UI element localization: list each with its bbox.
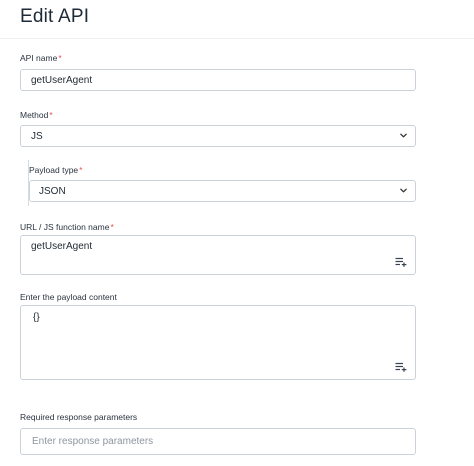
method-select[interactable]: JS <box>20 125 416 147</box>
url-fn-textarea[interactable]: getUserAgent <box>20 235 416 275</box>
required-mark: * <box>49 110 53 120</box>
response-params-input[interactable]: Enter response parameters <box>20 428 416 455</box>
url-fn-value: getUserAgent <box>31 241 93 252</box>
payload-type-label: Payload type* <box>29 165 82 175</box>
chevron-down-icon[interactable] <box>399 186 408 195</box>
response-params-label-text: Required response parameters <box>20 412 138 422</box>
required-mark: * <box>110 222 114 232</box>
payload-content-value: {} <box>33 312 40 323</box>
response-params-placeholder: Enter response parameters <box>32 436 154 447</box>
payload-content-label-text: Enter the payload content <box>20 292 117 302</box>
method-value: JS <box>31 131 43 142</box>
playlist-add-icon[interactable] <box>395 362 407 372</box>
required-mark: * <box>58 53 62 63</box>
page-title: Edit API <box>20 6 90 27</box>
payload-type-label-text: Payload type <box>29 165 79 175</box>
payload-content-label: Enter the payload content <box>20 292 117 302</box>
response-params-label: Required response parameters <box>20 412 137 422</box>
playlist-add-icon[interactable] <box>395 257 407 267</box>
api-name-field[interactable]: getUserAgent <box>20 69 416 91</box>
payload-content-textarea[interactable]: {} <box>20 305 416 380</box>
payload-type-value: JSON <box>39 186 66 197</box>
api-name-value: getUserAgent <box>31 75 93 86</box>
required-mark: * <box>79 165 83 175</box>
api-name-label-text: API name <box>20 53 58 63</box>
method-label: Method* <box>20 110 53 120</box>
payload-type-select[interactable]: JSON <box>29 180 416 202</box>
url-fn-label: URL / JS function name* <box>20 222 114 232</box>
api-name-label: API name* <box>20 53 62 63</box>
chevron-down-icon[interactable] <box>399 131 408 140</box>
url-fn-label-text: URL / JS function name <box>20 222 110 232</box>
method-label-text: Method <box>20 110 49 120</box>
title-divider <box>0 38 474 39</box>
